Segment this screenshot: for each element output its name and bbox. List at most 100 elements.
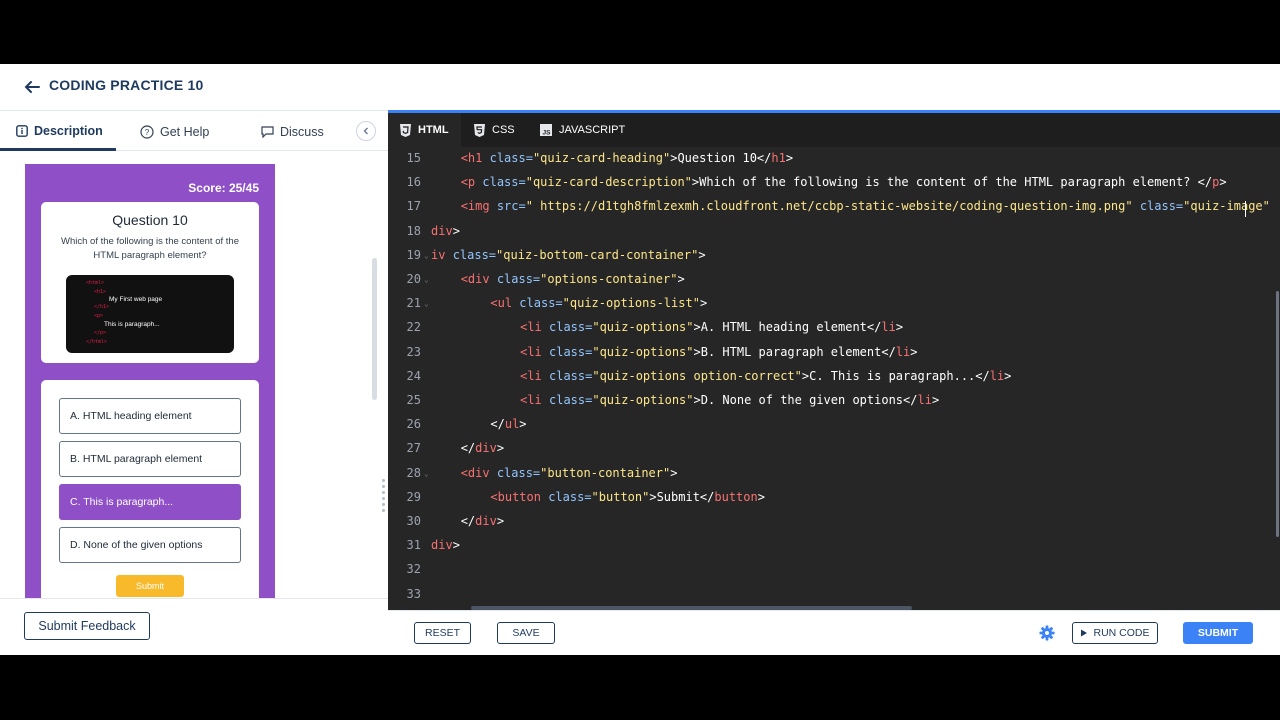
output-preview: Score: 25/45 Question 10 Which of the fo… — [0, 152, 376, 598]
quiz-bottom-card: A. HTML heading element B. HTML paragrap… — [41, 380, 259, 598]
line-number: 29 — [406, 489, 421, 504]
code-line[interactable]: <button class="button">Submit</button> — [490, 490, 765, 504]
tab-discuss[interactable]: Discuss — [261, 113, 324, 151]
divider — [0, 110, 388, 111]
question-image: <html> <h1> My First web page </h1> <p> … — [66, 275, 234, 353]
code-line[interactable]: <li class="quiz-options option-correct">… — [520, 369, 1011, 383]
question-heading: Question 10 — [112, 212, 188, 228]
save-button[interactable]: SAVE — [497, 622, 555, 644]
code-line[interactable]: <li class="quiz-options">B. HTML paragra… — [520, 345, 917, 359]
line-number: 21 — [406, 296, 421, 311]
code-line[interactable]: div> — [431, 538, 460, 552]
line-number: 30 — [406, 514, 421, 528]
code-line[interactable]: <div class="button-container"> — [461, 466, 678, 480]
line-number: 20 — [406, 272, 421, 286]
back-arrow-icon[interactable] — [22, 77, 42, 97]
line-number: 22 — [406, 320, 421, 335]
quiz-option-a[interactable]: A. HTML heading element — [59, 398, 241, 434]
chat-icon — [261, 126, 274, 138]
code-line[interactable]: div> — [431, 224, 460, 238]
top-bar: CODING PRACTICE 10 — [0, 64, 1280, 110]
line-number: 31 — [406, 538, 421, 553]
code-line[interactable]: </ul> — [490, 417, 526, 431]
page-title: CODING PRACTICE 10 — [49, 77, 204, 93]
line-number: 33 — [406, 586, 421, 601]
line-number: 18 — [406, 223, 421, 238]
image-paragraph-text: This is paragraph... — [104, 321, 160, 328]
code-editor: HTML CSS JS JAVASCRIPT 15 <h1 class="quiz… — [388, 113, 1280, 610]
collapse-panel-button[interactable] — [356, 121, 376, 141]
submit-button[interactable]: SUBMIT — [1183, 622, 1253, 644]
tab-discuss-label: Discuss — [280, 125, 324, 139]
code-line[interactable]: <img src=" https://d1tgh8fmlzexmh.cloudf… — [461, 199, 1270, 213]
submit-feedback-button[interactable]: Submit Feedback — [24, 612, 150, 640]
tab-get-help-label: Get Help — [160, 125, 210, 139]
css3-icon — [474, 123, 485, 137]
quiz-option-b[interactable]: B. HTML paragraph element — [59, 441, 241, 477]
tab-css[interactable]: CSS — [474, 113, 515, 147]
svg-text:JS: JS — [543, 130, 552, 137]
code-line[interactable]: <h1 class="quiz-card-heading">Question 1… — [461, 151, 793, 165]
info-circle-icon — [16, 124, 28, 137]
image-code-tag: <h1> — [94, 289, 107, 295]
line-number: 28 — [406, 465, 421, 480]
image-code-tag: <p> — [94, 313, 104, 319]
line-number: 25 — [406, 393, 421, 407]
left-tabs: Description ? Get Help Discuss — [0, 113, 388, 151]
question-description: Which of the following is the content of… — [61, 236, 239, 261]
image-code-tag: </p> — [94, 330, 107, 336]
image-code-tag: <html> — [86, 280, 105, 286]
fold-toggle-icon[interactable]: ⌄ — [424, 251, 429, 260]
line-number: 19 — [406, 247, 421, 262]
code-line[interactable]: </div> — [461, 441, 504, 455]
code-line[interactable]: </div> — [461, 514, 504, 528]
line-number: 16 — [406, 175, 421, 190]
fold-toggle-icon[interactable]: ⌄ — [424, 299, 429, 308]
code-line[interactable]: <div class="options-container"> — [461, 272, 685, 286]
text-cursor — [1245, 201, 1246, 217]
tab-css-label: CSS — [492, 124, 515, 136]
html5-icon — [400, 123, 411, 137]
editor-footer: RESET SAVE RUN CODE SUBMIT — [388, 610, 1280, 655]
code-area[interactable]: 15 <h1 class="quiz-card-heading">Question… — [388, 147, 1280, 605]
chevron-left-icon — [363, 127, 368, 135]
code-line[interactable]: <ul class="quiz-options-list"> — [490, 296, 707, 310]
quiz-option-d[interactable]: D. None of the given options — [59, 527, 241, 563]
tab-html-label: HTML — [418, 124, 449, 136]
score-text: Score: 25/45 — [188, 181, 259, 195]
run-code-label: RUN CODE — [1093, 627, 1150, 639]
image-code-tag: </html> — [86, 339, 108, 345]
quiz-top-card: Question 10 Which of the following is th… — [41, 202, 259, 363]
left-footer: Submit Feedback — [0, 598, 388, 655]
gear-icon[interactable] — [1039, 625, 1055, 641]
quiz-app-container: Score: 25/45 Question 10 Which of the fo… — [25, 164, 275, 598]
tab-html[interactable]: HTML — [388, 113, 461, 147]
reset-button[interactable]: RESET — [414, 622, 471, 644]
tab-javascript-label: JAVASCRIPT — [559, 124, 626, 136]
line-number: 15 — [406, 151, 421, 165]
line-number: 23 — [406, 344, 421, 359]
tab-get-help[interactable]: ? Get Help — [140, 113, 209, 151]
code-line[interactable]: <li class="quiz-options">D. None of the … — [520, 393, 939, 407]
image-heading-text: My First web page — [109, 296, 163, 303]
line-number: 32 — [406, 562, 421, 577]
preview-scrollbar[interactable] — [372, 258, 377, 400]
run-code-button[interactable]: RUN CODE — [1072, 622, 1158, 644]
quiz-option-c-correct[interactable]: C. This is paragraph... — [59, 484, 241, 520]
code-line[interactable]: iv class="quiz-bottom-card-container"> — [431, 248, 706, 262]
tab-javascript[interactable]: JS JAVASCRIPT — [540, 113, 625, 147]
preview-scrollbar-track — [376, 152, 388, 598]
quiz-submit-button[interactable]: Submit — [116, 575, 184, 597]
panel-resize-handle[interactable] — [382, 479, 385, 513]
fold-toggle-icon[interactable]: ⌄ — [424, 275, 429, 284]
line-number: 24 — [406, 368, 421, 383]
tab-description[interactable]: Description — [0, 113, 116, 151]
code-line[interactable]: <li class="quiz-options">A. HTML heading… — [520, 320, 903, 334]
line-number: 26 — [406, 417, 421, 432]
fold-toggle-icon[interactable]: ⌄ — [424, 469, 429, 478]
line-number: 27 — [406, 441, 421, 456]
code-line[interactable]: <p class="quiz-card-description">Which o… — [461, 175, 1227, 189]
tab-description-label: Description — [34, 123, 103, 138]
editor-vertical-scrollbar[interactable] — [1276, 291, 1279, 537]
coding-practice-app: CODING PRACTICE 10 Description ? Get Hel… — [0, 64, 1280, 655]
